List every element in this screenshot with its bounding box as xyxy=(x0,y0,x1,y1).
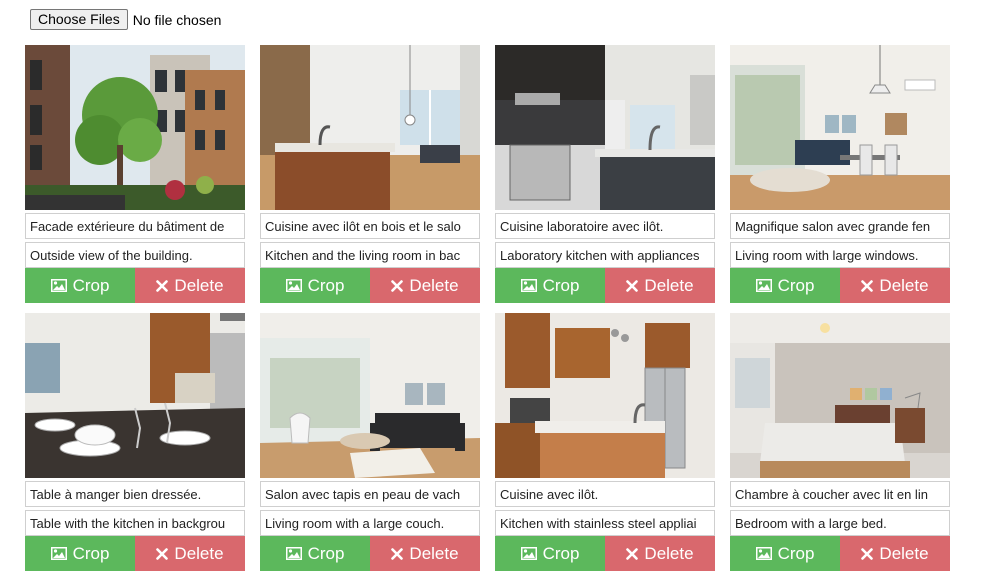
crop-label: Crop xyxy=(72,275,110,295)
file-upload: Choose Files No file chosen xyxy=(30,9,221,30)
photo-card: Crop Delete xyxy=(25,313,245,571)
crop-button[interactable]: Crop xyxy=(495,268,605,303)
photo-thumbnail xyxy=(495,45,715,210)
crop-button[interactable]: Crop xyxy=(730,268,840,303)
photo-card: Crop Delete xyxy=(495,45,715,303)
caption-fr-input[interactable] xyxy=(260,481,480,507)
card-actions: Crop Delete xyxy=(25,268,245,303)
crop-label: Crop xyxy=(542,275,580,295)
caption-fr-input[interactable] xyxy=(730,213,950,239)
photo-card: Crop Delete xyxy=(730,313,950,571)
crop-label: Crop xyxy=(777,543,815,563)
delete-button[interactable]: Delete xyxy=(370,268,480,303)
photo-thumbnail xyxy=(260,45,480,210)
image-icon xyxy=(520,547,537,560)
delete-label: Delete xyxy=(409,275,459,295)
delete-button[interactable]: Delete xyxy=(370,536,480,571)
crop-label: Crop xyxy=(777,275,815,295)
card-actions: Crop Delete xyxy=(260,268,480,303)
caption-fr-input[interactable] xyxy=(260,213,480,239)
photo-thumbnail xyxy=(25,45,245,210)
x-icon xyxy=(861,279,874,292)
caption-en-input[interactable] xyxy=(495,242,715,268)
delete-label: Delete xyxy=(174,543,224,563)
photo-thumbnail xyxy=(730,313,950,478)
card-actions: Crop Delete xyxy=(730,268,950,303)
caption-en-input[interactable] xyxy=(25,510,245,536)
image-icon xyxy=(755,547,772,560)
choose-files-button[interactable]: Choose Files xyxy=(30,9,128,30)
crop-label: Crop xyxy=(307,543,345,563)
photo-thumbnail xyxy=(260,313,480,478)
image-icon xyxy=(520,279,537,292)
card-actions: Crop Delete xyxy=(730,536,950,571)
crop-label: Crop xyxy=(72,543,110,563)
card-actions: Crop Delete xyxy=(260,536,480,571)
delete-label: Delete xyxy=(644,543,694,563)
caption-fr-input[interactable] xyxy=(730,481,950,507)
image-icon xyxy=(50,547,67,560)
photo-grid: Crop Delete xyxy=(25,45,950,571)
delete-button[interactable]: Delete xyxy=(135,536,245,571)
delete-button[interactable]: Delete xyxy=(135,268,245,303)
delete-label: Delete xyxy=(879,543,929,563)
x-icon xyxy=(391,547,404,560)
x-icon xyxy=(861,547,874,560)
file-status-text: No file chosen xyxy=(132,11,222,28)
delete-button[interactable]: Delete xyxy=(605,268,715,303)
caption-fr-input[interactable] xyxy=(495,213,715,239)
image-icon xyxy=(285,547,302,560)
caption-en-input[interactable] xyxy=(730,242,950,268)
crop-button[interactable]: Crop xyxy=(260,268,370,303)
delete-button[interactable]: Delete xyxy=(840,268,950,303)
image-icon xyxy=(285,279,302,292)
x-icon xyxy=(156,547,169,560)
x-icon xyxy=(156,279,169,292)
crop-label: Crop xyxy=(307,275,345,295)
photo-card: Crop Delete xyxy=(260,313,480,571)
photo-thumbnail xyxy=(495,313,715,478)
photo-thumbnail xyxy=(730,45,950,210)
photo-card: Crop Delete xyxy=(260,45,480,303)
delete-button[interactable]: Delete xyxy=(840,536,950,571)
delete-button[interactable]: Delete xyxy=(605,536,715,571)
photo-card: Crop Delete xyxy=(25,45,245,303)
caption-fr-input[interactable] xyxy=(25,213,245,239)
delete-label: Delete xyxy=(644,275,694,295)
crop-button[interactable]: Crop xyxy=(495,536,605,571)
delete-label: Delete xyxy=(879,275,929,295)
delete-label: Delete xyxy=(409,543,459,563)
photo-card: Crop Delete xyxy=(495,313,715,571)
crop-button[interactable]: Crop xyxy=(730,536,840,571)
photo-card: Crop Delete xyxy=(730,45,950,303)
caption-en-input[interactable] xyxy=(495,510,715,536)
delete-label: Delete xyxy=(174,275,224,295)
photo-thumbnail xyxy=(25,313,245,478)
caption-en-input[interactable] xyxy=(25,242,245,268)
caption-en-input[interactable] xyxy=(730,510,950,536)
crop-button[interactable]: Crop xyxy=(260,536,370,571)
x-icon xyxy=(391,279,404,292)
caption-fr-input[interactable] xyxy=(25,481,245,507)
crop-button[interactable]: Crop xyxy=(25,268,135,303)
card-actions: Crop Delete xyxy=(25,536,245,571)
x-icon xyxy=(626,547,639,560)
crop-label: Crop xyxy=(542,543,580,563)
caption-en-input[interactable] xyxy=(260,510,480,536)
image-icon xyxy=(755,279,772,292)
caption-en-input[interactable] xyxy=(260,242,480,268)
crop-button[interactable]: Crop xyxy=(25,536,135,571)
card-actions: Crop Delete xyxy=(495,536,715,571)
caption-fr-input[interactable] xyxy=(495,481,715,507)
x-icon xyxy=(626,279,639,292)
card-actions: Crop Delete xyxy=(495,268,715,303)
image-icon xyxy=(50,279,67,292)
